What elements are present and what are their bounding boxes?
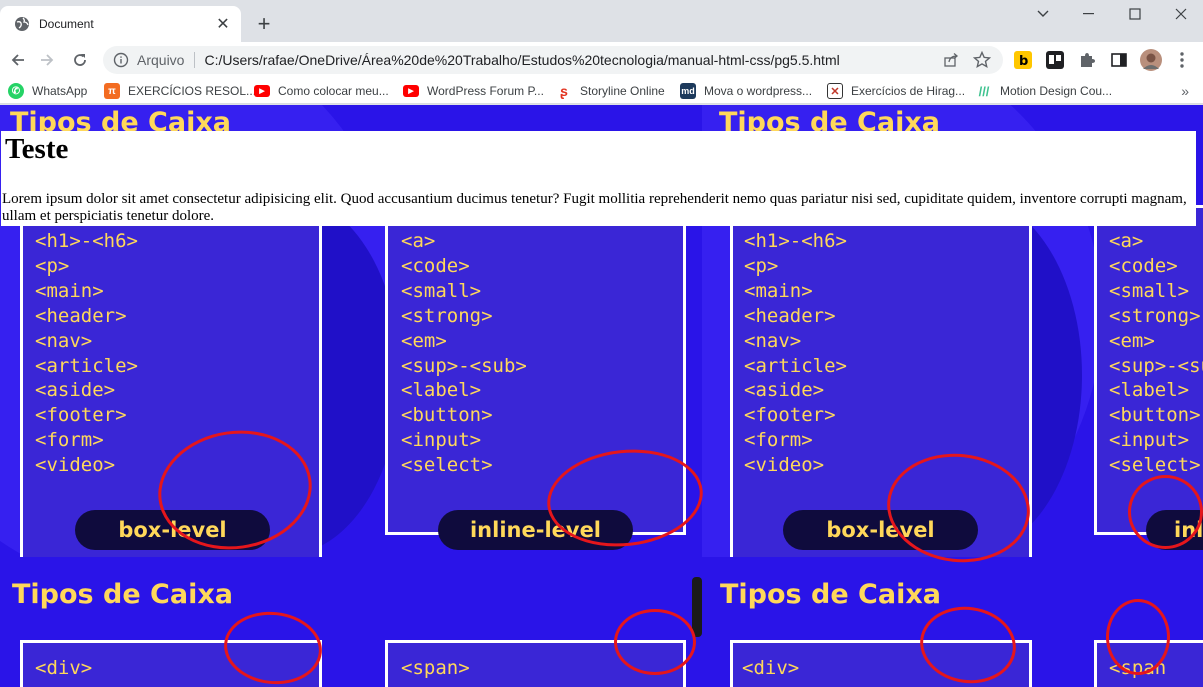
bookmark-label: WordPress Forum P... <box>427 84 544 98</box>
url-text[interactable]: C:/Users/rafae/OneDrive/Área%20de%20Trab… <box>204 52 839 68</box>
bookmark-hiragana[interactable]: ✕ Exercícios de Hirag... <box>827 82 965 100</box>
maximize-icon[interactable] <box>1112 0 1158 28</box>
bookmark-label: EXERCÍCIOS RESOL... <box>128 84 257 98</box>
bookmark-star-icon[interactable] <box>972 50 992 69</box>
share-icon[interactable] <box>943 52 959 68</box>
red-circle-annotation <box>1128 475 1203 549</box>
bookmark-motion-design[interactable]: /// Motion Design Cou... <box>976 82 1112 100</box>
page-paragraph: Lorem ipsum dolor sit amet consectetur a… <box>2 191 1187 224</box>
minimize-icon[interactable] <box>1066 0 1112 28</box>
box-level-tags: <h1>-<h6> <p> <main> <header> <nav> <art… <box>744 230 847 477</box>
bookmark-whatsapp[interactable]: ✆ WhatsApp <box>8 82 87 100</box>
section-title-left: Tipos de Caixa <box>12 579 233 610</box>
box-level-next-tag-right: <div> <box>742 657 800 679</box>
back-icon[interactable] <box>4 46 32 74</box>
bookmark-storyline[interactable]: ʂ Storyline Online <box>556 82 665 100</box>
forward-icon[interactable] <box>33 46 61 74</box>
bookmark-label: Motion Design Cou... <box>1000 84 1113 98</box>
svg-text:b: b <box>1019 54 1028 69</box>
hiragana-icon: ✕ <box>827 83 843 99</box>
red-circle-annotation <box>614 609 696 675</box>
box-level-tags: <h1>-<h6> <p> <main> <header> <nav> <art… <box>35 230 138 477</box>
exercicios-icon: π <box>104 83 120 99</box>
motion-icon: /// <box>978 83 990 99</box>
extensions-puzzle-icon[interactable] <box>1077 50 1097 70</box>
bookmark-label: WhatsApp <box>32 84 88 98</box>
close-tab-icon[interactable]: ✕ <box>213 14 233 34</box>
tab-search-icon[interactable] <box>1020 0 1066 28</box>
bookmark-exercicios[interactable]: π EXERCÍCIOS RESOL... <box>104 82 256 100</box>
youtube-icon: ▶ <box>403 85 419 97</box>
bookmark-mova-wordpress[interactable]: md Mova o wordpress... <box>680 82 812 100</box>
browser-toolbar: Arquivo C:/Users/rafae/OneDrive/Área%20d… <box>0 42 1203 78</box>
red-circle-annotation <box>1106 599 1170 675</box>
page-heading: Teste <box>5 133 69 165</box>
bookmarks-bar: ✆ WhatsApp π EXERCÍCIOS RESOL... ▶ Como … <box>0 78 1203 104</box>
bookmark-label: Como colocar meu... <box>278 84 389 98</box>
tab-document[interactable]: Document ✕ <box>0 6 241 42</box>
menu-kebab-icon[interactable] <box>1172 50 1192 70</box>
bookmark-label: Storyline Online <box>580 84 665 98</box>
info-icon[interactable] <box>113 52 129 68</box>
reload-icon[interactable] <box>66 46 94 74</box>
storyline-icon: ʂ <box>560 83 568 99</box>
profile-avatar-icon[interactable] <box>1140 49 1162 71</box>
omnibox-divider <box>194 52 196 68</box>
box-level-next-tag: <div> <box>35 657 93 679</box>
content-panel: Teste Lorem ipsum dolor sit amet consect… <box>1 131 1196 226</box>
whatsapp-icon: ✆ <box>8 83 24 99</box>
close-window-icon[interactable] <box>1158 0 1203 28</box>
md-icon: md <box>680 83 696 99</box>
bookmarks-overflow-button[interactable]: » <box>1181 83 1189 99</box>
inline-level-tags: <a> <code> <small> <strong> <em> <sup>-<… <box>401 230 527 477</box>
tab-strip: Document ✕ + <box>0 0 1203 42</box>
address-bar[interactable]: Arquivo C:/Users/rafae/OneDrive/Área%20d… <box>103 46 1003 74</box>
page-viewport: <h1>-<h6> <p> <main> <header> <nav> <art… <box>0 105 1203 687</box>
new-tab-button[interactable]: + <box>252 12 276 36</box>
side-panel-icon[interactable] <box>1109 50 1129 70</box>
security-label: Arquivo <box>137 52 185 68</box>
inline-level-next-tag: <span> <box>401 657 470 679</box>
inline-level-tags: <a> <code> <small> <strong> <em> <sup>-<… <box>1109 230 1203 477</box>
extension-b-icon[interactable]: b <box>1013 50 1033 70</box>
bookmark-wordpress-forum[interactable]: ▶ WordPress Forum P... <box>403 82 544 100</box>
bookmark-como-colocar[interactable]: ▶ Como colocar meu... <box>254 82 389 100</box>
bookmark-label: Mova o wordpress... <box>704 84 813 98</box>
extension-trello-icon[interactable] <box>1045 50 1065 70</box>
youtube-icon: ▶ <box>254 85 270 97</box>
bookmark-label: Exercícios de Hirag... <box>851 84 966 98</box>
image-edge-fragment <box>692 577 702 637</box>
tab-title: Document <box>39 17 94 31</box>
section-title-right: Tipos de Caixa <box>720 579 941 610</box>
globe-icon <box>14 16 30 32</box>
